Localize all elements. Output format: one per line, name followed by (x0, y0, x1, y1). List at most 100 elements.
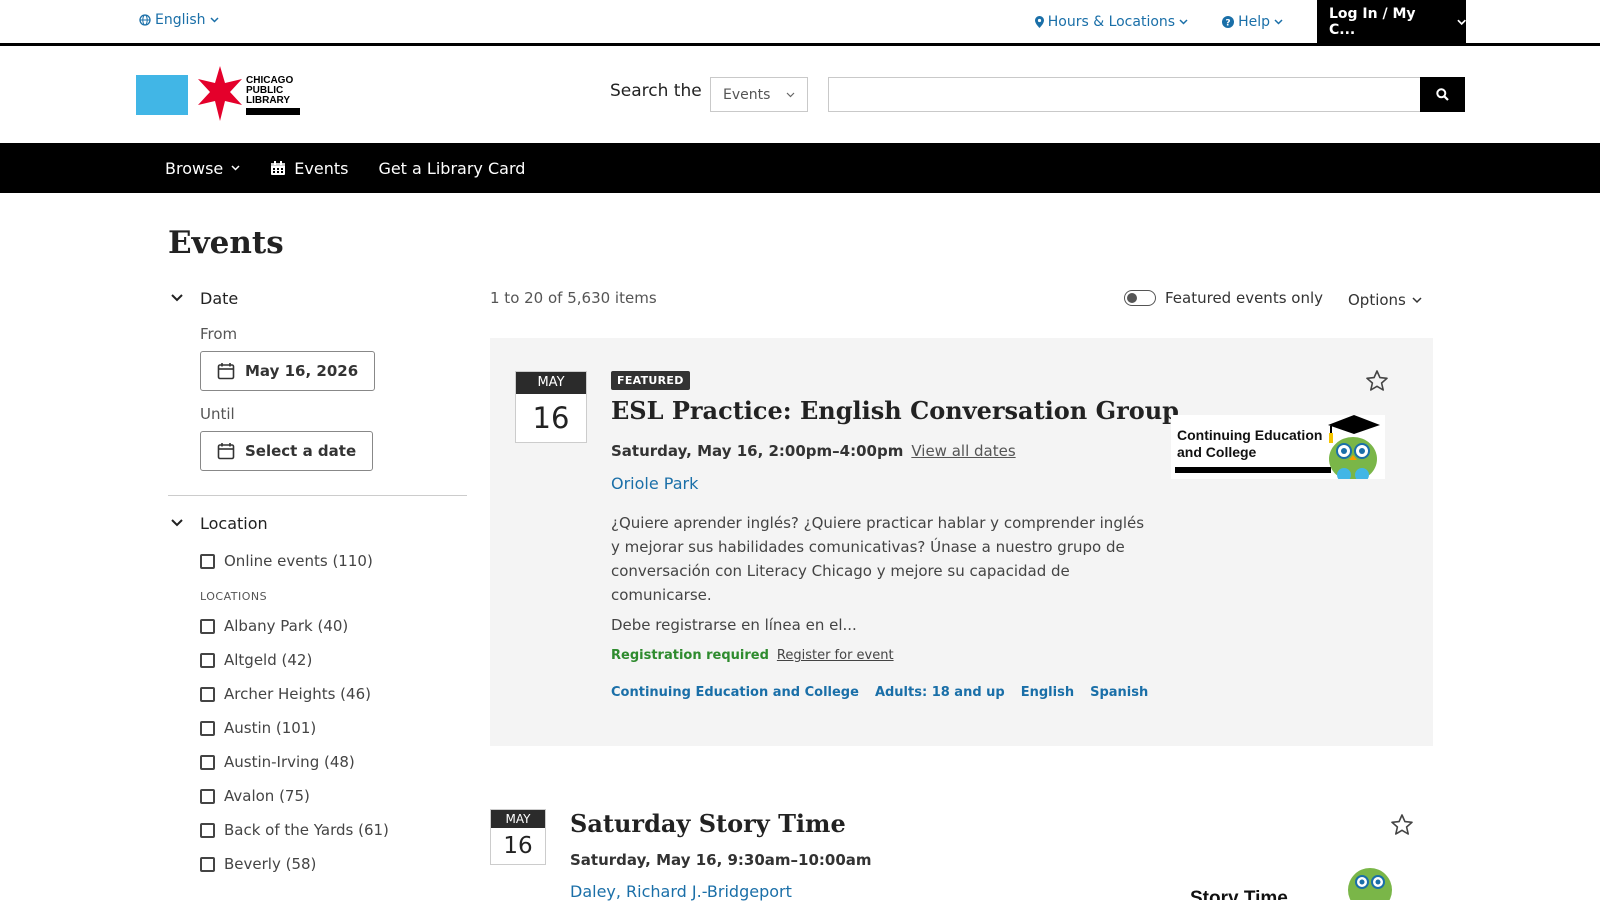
search-scope-value: Events (723, 86, 771, 103)
event-month: MAY (516, 372, 586, 394)
language-label: English (155, 12, 206, 28)
event-title-link[interactable]: ESL Practice: English Conversation Group (611, 396, 1179, 425)
chevron-down-icon (1274, 19, 1283, 25)
page-title: Events (168, 225, 284, 261)
tag-link[interactable]: Adults: 18 and up (875, 685, 1005, 700)
checkbox[interactable] (200, 553, 215, 569)
hours-locations-link[interactable]: Hours & Locations (1034, 14, 1188, 30)
date-facet-toggle[interactable]: Date (168, 283, 467, 313)
toggle-switch[interactable] (1124, 290, 1156, 306)
registration-required: Registration required (611, 648, 769, 663)
nav-browse-label: Browse (165, 158, 224, 178)
globe-icon (139, 14, 151, 26)
owl-icon (1348, 868, 1392, 900)
hours-locations-label: Hours & Locations (1047, 14, 1176, 30)
location-label: Austin-Irving (48) (224, 753, 355, 771)
location-item[interactable]: Albany Park (40) (200, 609, 467, 643)
checkbox[interactable] (200, 822, 215, 838)
event-location-link[interactable]: Oriole Park (611, 474, 698, 493)
chevron-down-icon (1179, 19, 1188, 25)
checkbox[interactable] (200, 856, 215, 872)
date-facet-heading: Date (200, 288, 239, 308)
event-date-box: MAY 16 (515, 371, 587, 443)
location-facet-heading: Location (200, 513, 268, 533)
calendar-icon (217, 363, 235, 380)
chevron-down-icon (1412, 296, 1422, 303)
event-time: Saturday, May 16, 9:30am–10:00am (570, 851, 872, 869)
login-button[interactable]: Log In / My C... (1317, 0, 1466, 44)
event-day: 16 (503, 833, 533, 859)
location-label: Back of the Yards (61) (224, 821, 389, 839)
star-icon (1366, 370, 1388, 391)
library-logo[interactable]: CHICAGO PUBLIC LIBRARY (136, 66, 304, 126)
featured-only-label: Featured events only (1165, 289, 1324, 307)
checkbox[interactable] (200, 720, 215, 736)
location-label: Avalon (75) (224, 787, 310, 805)
search-scope-select[interactable]: Events (710, 77, 808, 112)
until-date-button[interactable]: Select a date (200, 431, 374, 471)
event-thumbnail: Story Time (1190, 860, 1410, 900)
search-button[interactable] (1420, 77, 1465, 112)
checkbox[interactable] (200, 788, 215, 804)
filter-online-label: Online events (110) (224, 552, 373, 570)
location-item[interactable]: Avalon (75) (200, 779, 467, 813)
tag-link[interactable]: Continuing Education and College (611, 685, 859, 700)
location-item[interactable]: Altgeld (42) (200, 643, 467, 677)
results-count: 1 to 20 of 5,630 items (490, 289, 657, 307)
chevron-down-icon (171, 519, 183, 527)
location-item[interactable]: Beverly (58) (200, 847, 467, 881)
nav-library-card[interactable]: Get a Library Card (378, 159, 525, 178)
site-header: CHICAGO PUBLIC LIBRARY Search the Events (0, 46, 1600, 143)
location-item[interactable]: Austin (101) (200, 711, 467, 745)
svg-text:LIBRARY: LIBRARY (246, 95, 290, 106)
checkbox[interactable] (200, 686, 215, 702)
help-link[interactable]: ? Help (1222, 14, 1283, 30)
svg-text:?: ? (1225, 19, 1230, 29)
location-facet-toggle[interactable]: Location (168, 508, 467, 538)
event-time-text: Saturday, May 16, 2:00pm–4:00pm (611, 442, 904, 460)
location-item[interactable]: Archer Heights (46) (200, 677, 467, 711)
featured-badge: FEATURED (611, 371, 690, 390)
featured-only-toggle[interactable]: Featured events only (1124, 289, 1323, 307)
nav-library-card-label: Get a Library Card (378, 158, 526, 178)
nav-browse[interactable]: Browse (165, 159, 240, 178)
nav-events[interactable]: Events (270, 159, 348, 178)
from-date-value: May 16, 2026 (245, 362, 359, 380)
event-day: 16 (532, 401, 570, 435)
search-icon (1436, 88, 1449, 101)
from-date-button[interactable]: May 16, 2026 (200, 351, 376, 391)
event-time: Saturday, May 16, 2:00pm–4:00pm View all… (611, 442, 1016, 460)
event-thumbnail: Continuing Education and College (1171, 415, 1385, 479)
filter-online-events[interactable]: Online events (110) (200, 544, 467, 578)
event-description-more: Debe registrarse en línea en el... (611, 616, 857, 634)
registration-info: Registration required Register for event (611, 648, 894, 663)
view-all-dates-link[interactable]: View all dates (911, 442, 1015, 460)
location-item[interactable]: Back of the Yards (61) (200, 813, 467, 847)
location-label: Archer Heights (46) (224, 685, 371, 703)
event-card: MAY 16 FEATURED ESL Practice: English Co… (490, 338, 1433, 746)
save-event-button[interactable] (1365, 369, 1389, 393)
checkbox[interactable] (200, 652, 215, 668)
search-input[interactable] (828, 77, 1421, 112)
until-date-value: Select a date (245, 442, 357, 460)
save-event-button[interactable] (1390, 813, 1414, 837)
thumbnail-caption: Story Time (1190, 888, 1288, 900)
event-title-link[interactable]: Saturday Story Time (570, 809, 846, 838)
location-item[interactable]: Austin-Irving (48) (200, 745, 467, 779)
tag-link[interactable]: Spanish (1090, 685, 1148, 700)
chevron-down-icon (786, 92, 795, 97)
star-icon (1391, 814, 1413, 835)
until-label: Until (200, 405, 235, 423)
tag-link[interactable]: English (1021, 685, 1074, 700)
chevron-down-icon (231, 165, 240, 171)
event-location-link[interactable]: Daley, Richard J.-Bridgeport (570, 882, 792, 901)
checkbox[interactable] (200, 618, 215, 634)
location-label: Altgeld (42) (224, 651, 313, 669)
facet-divider (168, 495, 467, 496)
checkbox[interactable] (200, 754, 215, 770)
options-menu[interactable]: Options (1348, 291, 1422, 309)
language-selector[interactable]: English (139, 12, 219, 28)
location-label: Beverly (58) (224, 855, 317, 873)
register-link[interactable]: Register for event (777, 648, 894, 663)
chevron-down-icon (171, 294, 183, 302)
